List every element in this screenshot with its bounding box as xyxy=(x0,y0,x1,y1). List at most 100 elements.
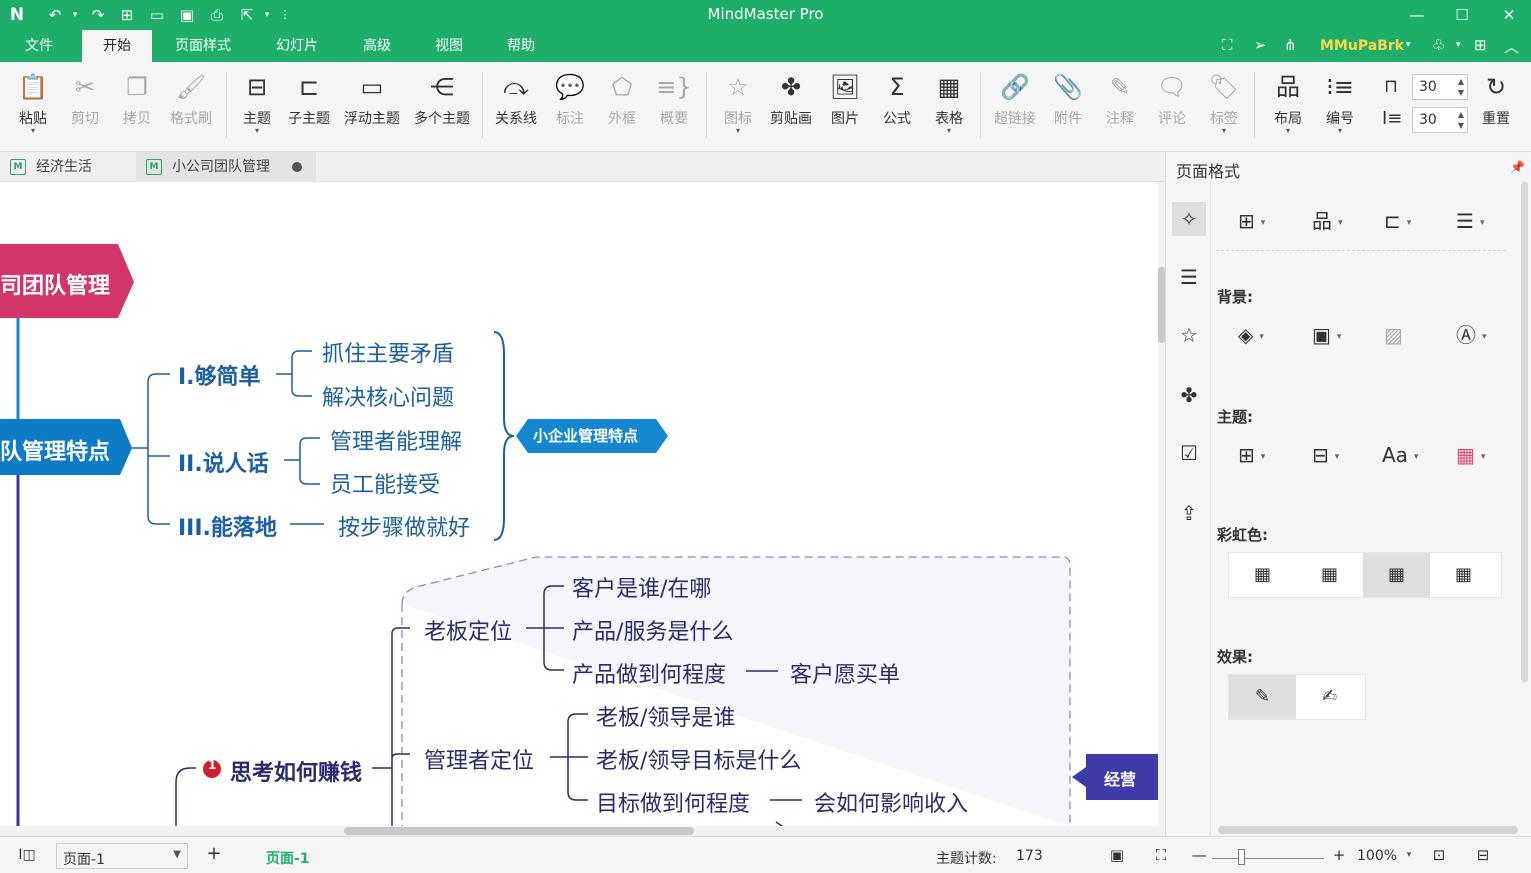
task-tab-icon[interactable]: ☑ xyxy=(1172,436,1206,470)
callout-button[interactable]: 💬 标注 xyxy=(548,70,592,142)
fit-page-icon[interactable]: ▣ xyxy=(1108,846,1126,864)
vertical-spacing-input[interactable]: 30 ▲ ▼ xyxy=(1412,107,1468,133)
clipart-button[interactable]: ✤ 剪贴画 xyxy=(766,70,816,142)
canvas-vertical-scrollbar[interactable] xyxy=(1158,182,1165,826)
clear-background-button[interactable]: ▨ xyxy=(1384,320,1444,350)
fullscreen-icon[interactable]: ⛶ xyxy=(1152,846,1170,864)
node-customer-buys[interactable]: 客户愿买单 xyxy=(790,657,900,689)
root-topic[interactable]: 司团队管理 xyxy=(0,268,110,300)
node-boss-goal[interactable]: 老板/领导目标是什么 xyxy=(596,743,801,775)
numbering-style-button[interactable]: ☰ ▾ xyxy=(1456,206,1516,236)
effect-handdrawn-icon[interactable]: ✍ xyxy=(1296,675,1363,719)
format-painter-button[interactable]: 🖌 格式刷 xyxy=(164,70,218,142)
node-grasp-main-contradiction[interactable]: 抓住主要矛盾 xyxy=(322,336,454,368)
picture-button[interactable]: 🖼 图片 xyxy=(824,70,866,142)
page-select[interactable]: 页面-1 ▼ xyxy=(56,843,188,869)
collapse-ribbon-icon[interactable]: ︿ xyxy=(1504,36,1519,57)
connector-style-button[interactable]: ⊏ ▾ xyxy=(1384,206,1444,236)
doc-tab-team-management[interactable]: M 小公司团队管理 xyxy=(136,152,316,182)
rainbow-option-2[interactable]: ▦ xyxy=(1296,553,1363,597)
split-view-icon[interactable]: ⊟ xyxy=(1474,846,1492,864)
reset-button[interactable]: ↻ 重置 xyxy=(1476,70,1516,142)
zoom-dropdown-icon[interactable]: ▾ xyxy=(1400,846,1418,864)
send-icon[interactable]: ➢ xyxy=(1254,36,1267,54)
clipart-tab-icon[interactable]: ✤ xyxy=(1172,378,1206,412)
page-panel-toggle-icon[interactable]: I◫ xyxy=(18,846,36,864)
close-icon[interactable]: ✕ xyxy=(1496,3,1522,27)
apps-icon[interactable]: ⊞ xyxy=(1474,36,1487,54)
panel-horizontal-scrollbar[interactable] xyxy=(1218,826,1518,834)
zoom-level[interactable]: 100% xyxy=(1357,848,1397,864)
boundary-button[interactable]: ⬠ 外框 xyxy=(600,70,644,142)
multiple-topics-button[interactable]: ⋲ 多个主题 xyxy=(410,70,474,142)
org-layout-button[interactable]: 品 ▾ xyxy=(1312,206,1372,236)
user-name[interactable]: MMuPaBrk xyxy=(1320,38,1404,54)
node-manager-position[interactable]: 管理者定位 xyxy=(424,743,534,775)
subtopic-button[interactable]: ⊏ 子主题 xyxy=(284,70,334,142)
panel-vertical-scrollbar[interactable] xyxy=(1521,182,1528,682)
numbering-button[interactable]: ⁝≡ 编号 ▾ xyxy=(1318,70,1362,142)
effect-normal-icon[interactable]: ✎ xyxy=(1229,675,1296,719)
user-dropdown-icon[interactable]: ▾ xyxy=(1406,40,1411,50)
comment-button[interactable]: 🗨 评论 xyxy=(1152,70,1192,142)
floating-topic-button[interactable]: ▭ 浮动主题 xyxy=(340,70,404,142)
branch-plain-language[interactable]: II.说人话 xyxy=(178,446,269,478)
paste-button[interactable]: 📋 粘贴 ▾ xyxy=(12,70,54,142)
cut-button[interactable]: ✂ 剪切 xyxy=(62,70,108,142)
node-boss-position[interactable]: 老板定位 xyxy=(424,614,512,646)
background-image-button[interactable]: ▣ ▾ xyxy=(1312,320,1372,350)
theme-button[interactable]: ⊞ ▾ xyxy=(1238,440,1298,470)
skin-dropdown-icon[interactable]: ▾ xyxy=(1456,40,1461,50)
relationship-button[interactable]: ⤼ 关系线 xyxy=(490,70,542,142)
horizontal-spacing-input[interactable]: 30 ▲ ▼ xyxy=(1412,74,1468,100)
node-goal-degree[interactable]: 目标做到何程度 xyxy=(596,786,750,818)
theme-color-button[interactable]: ▦ ▾ xyxy=(1456,440,1516,470)
maximize-icon[interactable]: ☐ xyxy=(1449,3,1475,27)
zoom-in-icon[interactable]: + xyxy=(1330,846,1348,864)
node-income-impact[interactable]: 会如何影响收入 xyxy=(814,786,968,818)
page-tab[interactable]: 页面-1 xyxy=(266,848,310,868)
branch-implementable[interactable]: III.能落地 xyxy=(178,510,277,542)
add-page-icon[interactable]: + xyxy=(205,845,223,863)
node-who-customer[interactable]: 客户是谁/在哪 xyxy=(572,571,711,603)
outline-tab-icon[interactable]: ☰ xyxy=(1172,260,1206,294)
node-product-degree[interactable]: 产品做到何程度 xyxy=(572,657,726,689)
theme-style-button[interactable]: ⊟ ▾ xyxy=(1312,440,1372,470)
scroll-thumb[interactable] xyxy=(1158,267,1165,343)
icon-tab-icon[interactable]: ☆ xyxy=(1172,318,1206,352)
node-who-boss[interactable]: 老板/领导是谁 xyxy=(596,700,735,732)
icon-button[interactable]: ☆ 图标 ▾ xyxy=(716,70,760,142)
scroll-thumb[interactable] xyxy=(344,827,694,835)
zoom-slider-handle[interactable] xyxy=(1238,849,1245,865)
fullscreen-icon[interactable]: ⛶ xyxy=(1222,36,1233,54)
minimize-icon[interactable]: — xyxy=(1404,3,1430,27)
tag-button[interactable]: 🏷 标签 ▾ xyxy=(1204,70,1244,142)
zoom-slider-track[interactable] xyxy=(1212,858,1324,859)
zoom-out-icon[interactable]: — xyxy=(1190,846,1208,864)
node-employee-accepts[interactable]: 员工能接受 xyxy=(330,467,440,499)
rainbow-option-4[interactable]: ▦ xyxy=(1430,553,1497,597)
rainbow-option-3[interactable]: ▦ xyxy=(1363,553,1430,597)
doc-tab-economy[interactable]: M 经济生活 xyxy=(0,152,134,182)
structure-layout-button[interactable]: ⊞ ▾ xyxy=(1238,206,1298,236)
table-button[interactable]: ▦ 表格 ▾ xyxy=(928,70,970,142)
background-color-button[interactable]: ◈ ▾ xyxy=(1238,320,1298,350)
canvas-horizontal-scrollbar[interactable] xyxy=(0,826,1165,836)
watermark-button[interactable]: Ⓐ ▾ xyxy=(1456,320,1516,350)
topic-how-to-earn[interactable]: 思考如何赚钱 xyxy=(230,755,362,787)
page-format-tab-icon[interactable]: ✧ xyxy=(1172,202,1206,236)
skin-icon[interactable]: ♧ xyxy=(1432,36,1445,54)
topic-management-features[interactable]: 队管理特点 xyxy=(0,434,110,466)
pin-icon[interactable]: 📌 xyxy=(1510,160,1525,174)
node-solve-core-problem[interactable]: 解决核心问题 xyxy=(322,380,454,412)
layout-button[interactable]: 品布局 ▾ xyxy=(1266,70,1310,142)
mindmap-canvas[interactable]: 司团队管理 队管理特点 I.够简单 抓住主要矛盾 解决核心问题 II.说人话 管… xyxy=(0,182,1158,826)
share-icon[interactable]: ⋔ xyxy=(1284,36,1297,54)
node-manager-understands[interactable]: 管理者能理解 xyxy=(330,424,462,456)
hyperlink-button[interactable]: 🔗 超链接 xyxy=(990,70,1040,142)
copy-button[interactable]: ❐ 拷贝 xyxy=(114,70,160,142)
rainbow-option-1[interactable]: ▦ xyxy=(1229,553,1296,597)
export-tab-icon[interactable]: ⇪ xyxy=(1172,496,1206,530)
summary-button[interactable]: ≡} 概要 xyxy=(652,70,696,142)
node-what-product[interactable]: 产品/服务是什么 xyxy=(572,614,733,646)
